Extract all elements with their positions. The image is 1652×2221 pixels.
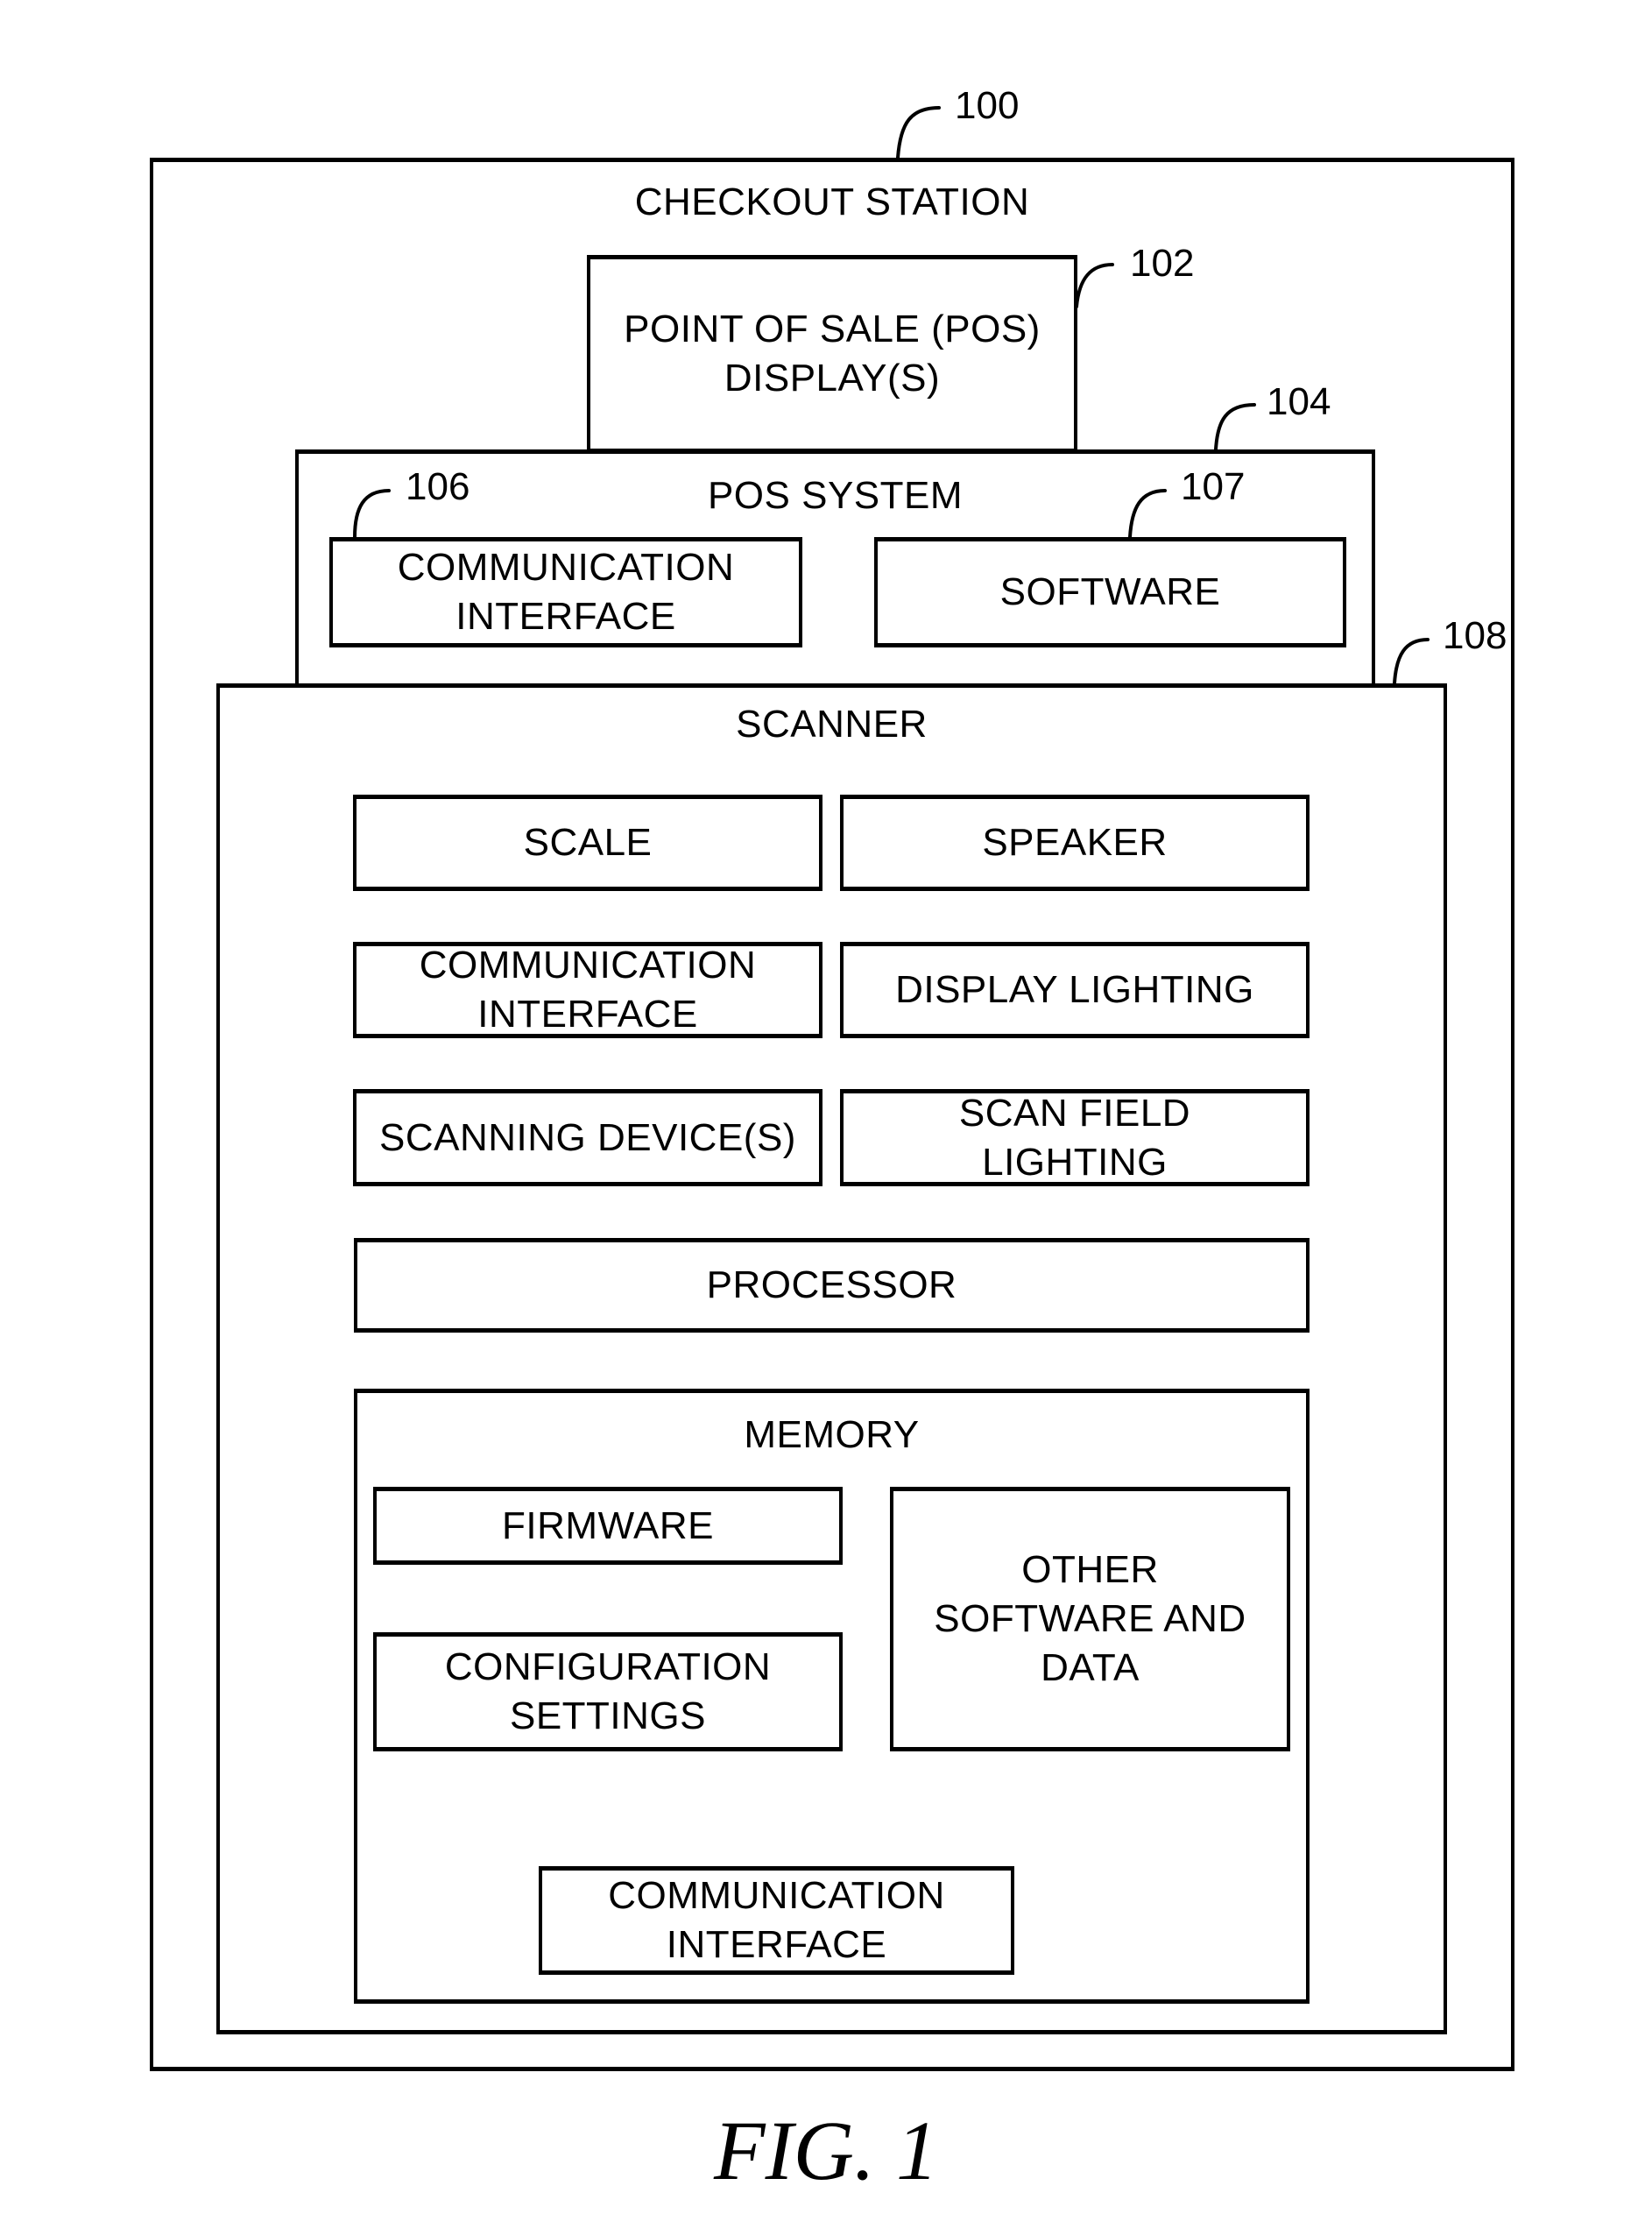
memory-communication-interface-label: COMMUNICATION INTERFACE xyxy=(542,1871,1011,1970)
label-line-2: INTERFACE xyxy=(455,595,676,638)
pos-software-box: SOFTWARE xyxy=(874,537,1346,647)
speaker-label: SPEAKER xyxy=(982,821,1168,864)
scan-field-lighting-box: SCAN FIELD LIGHTING xyxy=(840,1089,1310,1186)
scale-label: SCALE xyxy=(523,821,653,864)
pos-display-label: POINT OF SALE (POS) DISPLAY(S) xyxy=(590,259,1074,449)
other-software-and-data-label: OTHER SOFTWARE AND DATA xyxy=(893,1491,1287,1747)
firmware-label: FIRMWARE xyxy=(502,1503,714,1547)
firmware-box: FIRMWARE xyxy=(373,1487,843,1565)
ref-100: 100 xyxy=(955,84,1020,127)
label-line-1: COMMUNICATION xyxy=(397,546,735,589)
label-line-2: SETTINGS xyxy=(509,1694,707,1737)
pos-system-label: POS SYSTEM xyxy=(707,474,964,517)
speaker-box: SPEAKER xyxy=(840,795,1310,891)
configuration-settings-box: CONFIGURATION SETTINGS xyxy=(373,1632,843,1751)
processor-label: PROCESSOR xyxy=(706,1263,957,1306)
label-line-1: COMMUNICATION xyxy=(419,944,757,987)
scale-box: SCALE xyxy=(353,795,822,891)
display-lighting-label: DISPLAY LIGHTING xyxy=(895,968,1254,1011)
leader-100 xyxy=(896,106,941,159)
processor-box: PROCESSOR xyxy=(354,1238,1310,1333)
pos-communication-interface-box: COMMUNICATION INTERFACE xyxy=(329,537,802,647)
figure-caption: FIG. 1 xyxy=(714,2104,938,2197)
label-line-2: INTERFACE xyxy=(666,1923,887,1966)
scanning-devices-label: SCANNING DEVICE(S) xyxy=(379,1115,796,1159)
pos-communication-interface-label: COMMUNICATION INTERFACE xyxy=(333,541,799,643)
scanner-label: SCANNER xyxy=(736,703,928,746)
label-line-3: DATA xyxy=(1041,1646,1140,1689)
scanner-communication-interface-box: COMMUNICATION INTERFACE xyxy=(353,942,822,1038)
patent-figure: 100 102 104 106 107 108 110 112 114 116 … xyxy=(0,0,1652,2221)
checkout-station-label: CHECKOUT STATION xyxy=(634,180,1030,223)
label-line-2: INTERFACE xyxy=(477,993,698,1036)
scanner-communication-interface-label: COMMUNICATION INTERFACE xyxy=(357,944,819,1036)
pos-display-box: POINT OF SALE (POS) DISPLAY(S) xyxy=(587,255,1077,453)
scan-field-lighting-label: SCAN FIELD LIGHTING xyxy=(844,1092,1306,1184)
other-software-and-data-box: OTHER SOFTWARE AND DATA xyxy=(890,1487,1290,1751)
label-line-1: CONFIGURATION xyxy=(444,1645,772,1688)
label-line-1: OTHER xyxy=(1021,1548,1159,1591)
memory-label: MEMORY xyxy=(744,1413,920,1456)
label-line-2: SOFTWARE AND xyxy=(934,1597,1246,1640)
configuration-settings-label: CONFIGURATION SETTINGS xyxy=(377,1637,839,1747)
label-line-1: COMMUNICATION xyxy=(608,1874,945,1917)
label-line-2: LIGHTING xyxy=(982,1140,1168,1184)
memory-communication-interface-box: COMMUNICATION INTERFACE xyxy=(539,1866,1014,1975)
scanning-devices-box: SCANNING DEVICE(S) xyxy=(353,1089,822,1186)
pos-software-label: SOFTWARE xyxy=(999,570,1221,613)
label-line-1: SCAN FIELD xyxy=(958,1091,1191,1135)
pos-display-label-line-2: DISPLAY(S) xyxy=(724,357,941,400)
pos-display-label-line-1: POINT OF SALE (POS) xyxy=(624,308,1041,350)
display-lighting-box: DISPLAY LIGHTING xyxy=(840,942,1310,1038)
